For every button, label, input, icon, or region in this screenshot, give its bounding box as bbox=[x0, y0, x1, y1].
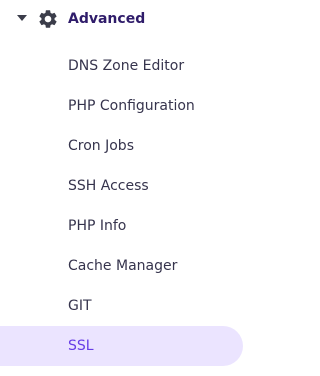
menu-item-ssh-access[interactable]: SSH Access bbox=[0, 166, 249, 206]
menu-item-label: PHP Configuration bbox=[68, 98, 195, 114]
gear-icon bbox=[39, 10, 57, 28]
menu-item-php-configuration[interactable]: PHP Configuration bbox=[0, 86, 249, 126]
menu-item-label: Cron Jobs bbox=[68, 138, 134, 154]
advanced-section-toggle[interactable]: Advanced bbox=[0, 0, 249, 38]
advanced-submenu: DNS Zone Editor PHP Configuration Cron J… bbox=[0, 46, 249, 366]
menu-item-label: SSL bbox=[68, 338, 94, 354]
menu-item-label: GIT bbox=[68, 298, 92, 314]
menu-item-label: DNS Zone Editor bbox=[68, 58, 185, 74]
caret-down-icon bbox=[17, 15, 27, 21]
menu-item-git[interactable]: GIT bbox=[0, 286, 249, 326]
menu-item-cron-jobs[interactable]: Cron Jobs bbox=[0, 126, 249, 166]
menu-item-php-info[interactable]: PHP Info bbox=[0, 206, 249, 246]
section-title: Advanced bbox=[68, 11, 146, 27]
menu-item-label: Cache Manager bbox=[68, 258, 178, 274]
menu-item-dns-zone-editor[interactable]: DNS Zone Editor bbox=[0, 46, 249, 86]
menu-item-label: SSH Access bbox=[68, 178, 149, 194]
menu-item-ssl[interactable]: SSL bbox=[0, 326, 249, 366]
menu-item-label: PHP Info bbox=[68, 218, 127, 234]
menu-item-cache-manager[interactable]: Cache Manager bbox=[0, 246, 249, 286]
